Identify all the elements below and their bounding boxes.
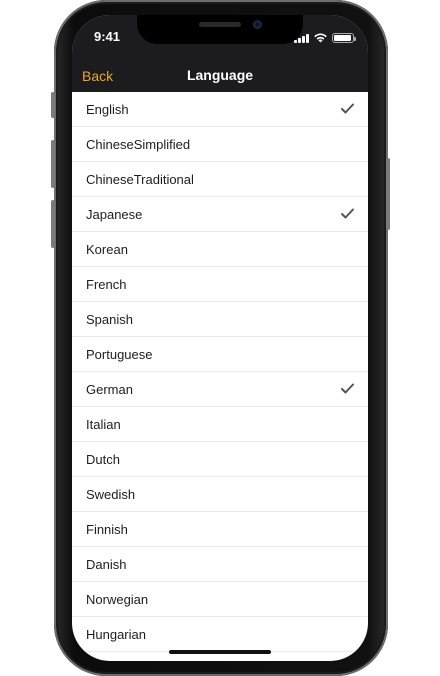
- language-label: Japanese: [86, 207, 143, 222]
- language-row[interactable]: ChineseTraditional: [72, 162, 368, 197]
- page-title: Language: [186, 67, 254, 83]
- language-row[interactable]: German: [72, 372, 368, 407]
- speaker-grille: [199, 22, 241, 27]
- language-label: ChineseSimplified: [86, 137, 191, 152]
- cellular-signal-icon: [294, 33, 309, 43]
- checkmark-icon: [341, 103, 354, 114]
- language-label: Hungarian: [86, 627, 146, 642]
- language-label: Dutch: [86, 452, 120, 467]
- language-row[interactable]: Italian: [72, 407, 368, 442]
- language-label: Norwegian: [86, 592, 149, 607]
- language-row[interactable]: Danish: [72, 547, 368, 582]
- home-indicator[interactable]: [169, 650, 271, 654]
- language-label: English: [86, 102, 129, 117]
- phone-screen: 9:41 Back Language English ChineseSimplif…: [72, 15, 368, 661]
- checkmark-icon: [341, 208, 354, 219]
- language-row[interactable]: Norwegian: [72, 582, 368, 617]
- language-label: Spanish: [86, 312, 133, 327]
- wifi-icon: [314, 33, 327, 43]
- status-icons: [294, 31, 356, 43]
- language-label: ChineseTraditional: [86, 172, 194, 187]
- language-label: Swedish: [86, 487, 136, 502]
- status-time: 9:41: [94, 29, 121, 44]
- checkmark-icon: [341, 383, 354, 394]
- battery-icon: [332, 33, 356, 43]
- front-camera: [253, 20, 262, 29]
- language-row[interactable]: Korean: [72, 232, 368, 267]
- language-list: English ChineseSimplified ChineseTradition…: [72, 92, 368, 652]
- mute-switch: [51, 92, 55, 118]
- volume-down-button: [51, 200, 55, 248]
- language-row[interactable]: Finnish: [72, 512, 368, 547]
- power-button: [386, 158, 390, 230]
- language-label: Finnish: [86, 522, 128, 537]
- language-row[interactable]: Japanese: [72, 197, 368, 232]
- language-row[interactable]: Swedish: [72, 477, 368, 512]
- language-row[interactable]: Hungarian: [72, 617, 368, 652]
- language-label: French: [86, 277, 127, 292]
- language-row[interactable]: Dutch: [72, 442, 368, 477]
- language-label: German: [86, 382, 133, 397]
- notch: [137, 15, 303, 44]
- language-row[interactable]: Portuguese: [72, 337, 368, 372]
- language-row[interactable]: French: [72, 267, 368, 302]
- language-row[interactable]: Spanish: [72, 302, 368, 337]
- navigation-header: 9:41 Back Language: [72, 15, 368, 92]
- volume-up-button: [51, 140, 55, 188]
- language-label: Korean: [86, 242, 128, 257]
- language-row[interactable]: ChineseSimplified: [72, 127, 368, 162]
- language-label: Danish: [86, 557, 127, 572]
- language-label: Portuguese: [86, 347, 153, 362]
- language-row[interactable]: English: [72, 92, 368, 127]
- language-label: Italian: [86, 417, 121, 432]
